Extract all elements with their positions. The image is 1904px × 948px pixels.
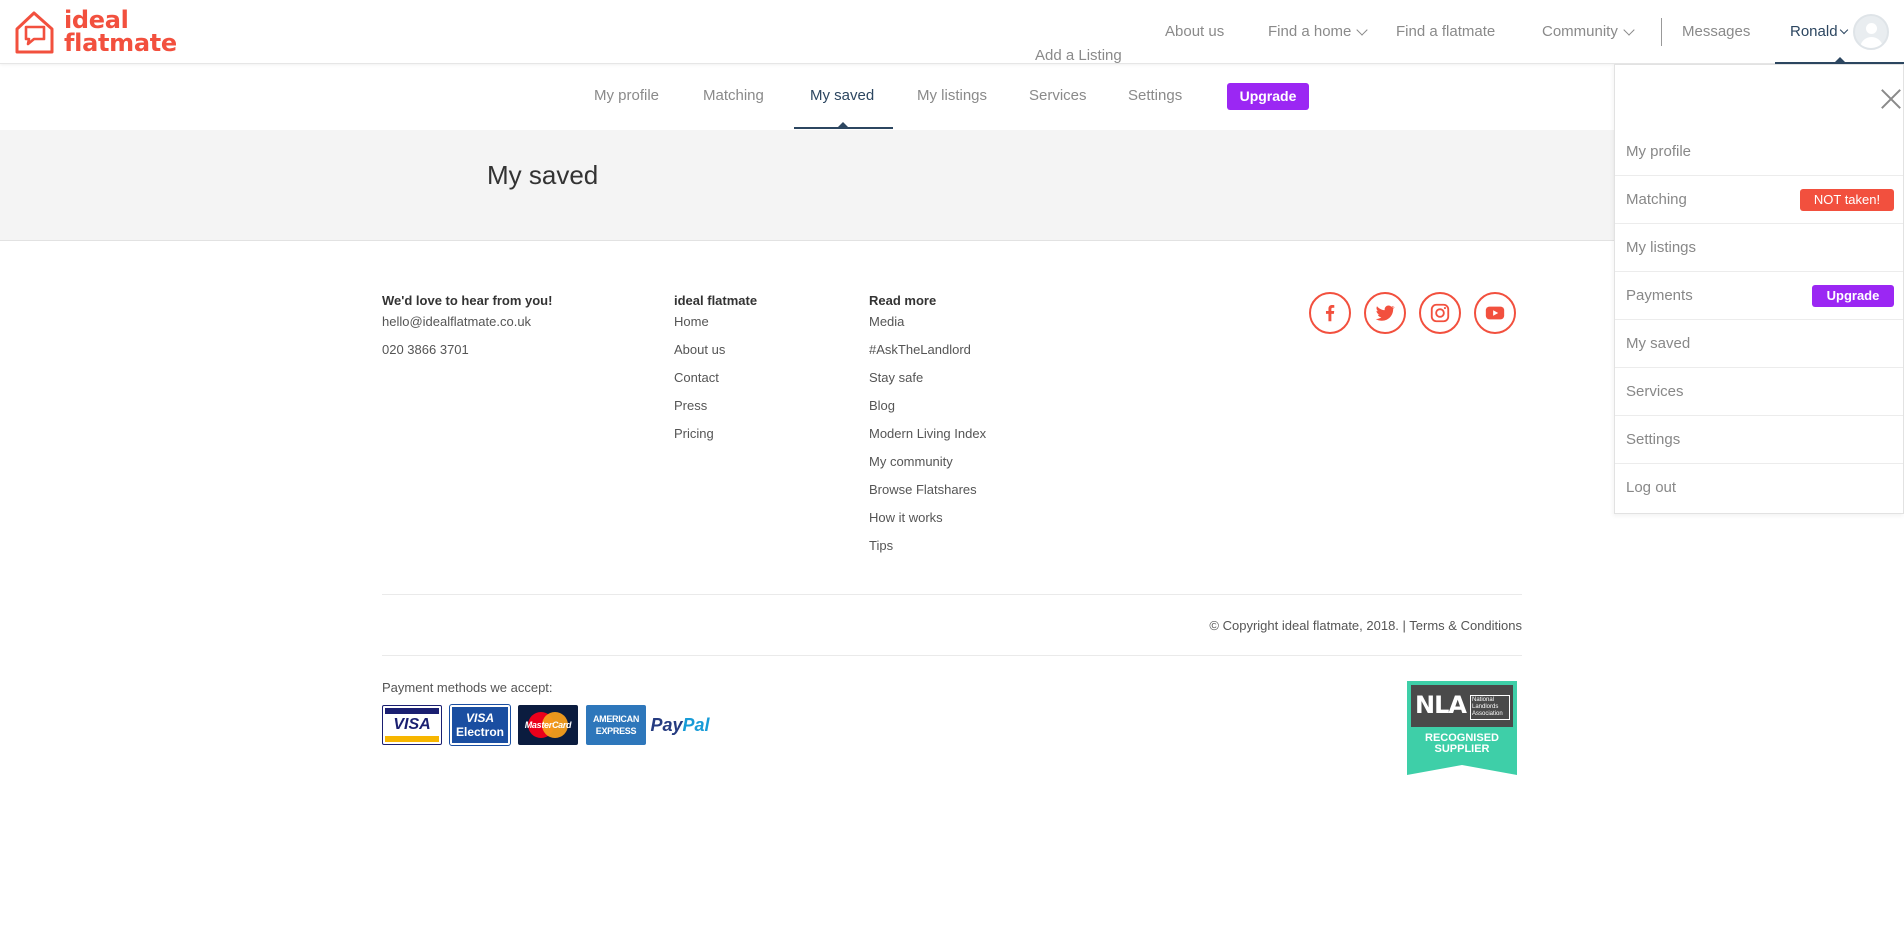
twitter-icon[interactable] — [1364, 292, 1406, 334]
dropdown-item-log-out[interactable]: Log out — [1615, 464, 1903, 512]
page-title: My saved — [487, 160, 599, 190]
footer-link-modern-living[interactable]: Modern Living Index — [869, 427, 986, 455]
house-logo-icon — [15, 11, 54, 54]
footer-link-media[interactable]: Media — [869, 315, 986, 343]
dropdown-item-matching[interactable]: Matching NOT taken! — [1615, 176, 1903, 224]
tab-settings[interactable]: Settings — [1128, 87, 1182, 104]
not-taken-badge[interactable]: NOT taken! — [1800, 189, 1894, 211]
footer-readmore: Read more Media #AskTheLandlord Stay saf… — [869, 293, 986, 567]
user-name: Ronald — [1790, 23, 1838, 40]
nav-community-label: Community — [1542, 23, 1618, 40]
tab-my-profile[interactable]: My profile — [594, 87, 659, 104]
dropdown-item-my-listings[interactable]: My listings — [1615, 224, 1903, 272]
user-dropdown-menu: My profile Matching NOT taken! My listin… — [1614, 64, 1904, 514]
nav-find-home[interactable]: Find a home — [1268, 23, 1369, 40]
caret-up-icon — [838, 122, 848, 127]
tab-my-listings[interactable]: My listings — [917, 87, 987, 104]
youtube-icon[interactable] — [1474, 292, 1516, 334]
top-header: ideal flatmate Add a Listing About us Fi… — [0, 0, 1904, 64]
footer-link-tips[interactable]: Tips — [869, 539, 986, 567]
footer-link-home[interactable]: Home — [674, 315, 757, 343]
nav-community[interactable]: Community — [1542, 23, 1635, 40]
dropdown-item-payments[interactable]: Payments Upgrade — [1615, 272, 1903, 320]
chevron-down-icon — [1356, 23, 1369, 36]
dropdown-item-my-saved[interactable]: My saved — [1615, 320, 1903, 368]
footer-divider — [382, 594, 1522, 595]
facebook-icon[interactable] — [1309, 292, 1351, 334]
footer-email-link[interactable]: hello@idealflatmate.co.uk — [382, 315, 552, 343]
dropdown-item-label: Settings — [1626, 431, 1681, 448]
footer-link-press[interactable]: Press — [674, 399, 757, 427]
nla-recognised-supplier-badge: NLA National Landlords Association RECOG… — [1407, 681, 1517, 775]
nav-find-flatmate[interactable]: Find a flatmate — [1396, 23, 1495, 40]
instagram-icon[interactable] — [1419, 292, 1461, 334]
mastercard-icon: MasterCard — [518, 705, 578, 745]
chevron-down-icon — [1839, 25, 1848, 34]
footer-contact-heading: We'd love to hear from you! — [382, 293, 553, 308]
dropdown-item-label: Services — [1626, 383, 1684, 400]
footer-company-heading: ideal flatmate — [674, 293, 758, 308]
avatar[interactable] — [1853, 14, 1889, 50]
footer-contact: We'd love to hear from you! hello@idealf… — [382, 293, 552, 371]
amex-card-icon: AMERICAN EXPRESS — [586, 705, 646, 745]
footer-link-stay-safe[interactable]: Stay safe — [869, 371, 986, 399]
visa-electron-card-icon: VISA Electron — [449, 704, 511, 746]
footer-link-contact[interactable]: Contact — [674, 371, 757, 399]
upgrade-button[interactable]: Upgrade — [1227, 83, 1309, 110]
upgrade-badge-button[interactable]: Upgrade — [1812, 285, 1894, 307]
nav-messages[interactable]: Messages — [1682, 23, 1750, 40]
nav-about[interactable]: About us — [1165, 23, 1224, 40]
chevron-down-icon — [1623, 23, 1635, 36]
active-tab-indicator — [794, 127, 893, 129]
footer-link-my-community[interactable]: My community — [869, 455, 986, 483]
close-icon[interactable] — [1880, 88, 1902, 110]
tab-matching[interactable]: Matching — [703, 87, 764, 104]
footer-phone-link[interactable]: 020 3866 3701 — [382, 343, 552, 371]
footer-link-how-it-works[interactable]: How it works — [869, 511, 986, 539]
footer-link-asklandlord[interactable]: #AskTheLandlord — [869, 343, 986, 371]
footer-link-about[interactable]: About us — [674, 343, 757, 371]
footer-link-blog[interactable]: Blog — [869, 399, 986, 427]
copyright-text: © Copyright ideal flatmate, 2018. | Term… — [1209, 618, 1522, 633]
footer-link-browse-flatshares[interactable]: Browse Flatshares — [869, 483, 986, 511]
site-logo[interactable]: ideal flatmate — [14, 6, 177, 57]
nav-divider — [1661, 18, 1662, 46]
visa-card-icon: VISA — [382, 705, 442, 745]
caret-up-icon — [1834, 57, 1846, 63]
paypal-icon: Pay Pal — [650, 714, 710, 735]
dropdown-item-settings[interactable]: Settings — [1615, 416, 1903, 464]
dropdown-item-label: My saved — [1626, 335, 1691, 352]
logo-text: ideal flatmate — [64, 6, 177, 57]
payment-methods-label: Payment methods we accept: — [382, 680, 553, 695]
footer-company: ideal flatmate Home About us Contact Pre… — [674, 293, 757, 455]
dropdown-item-label: My profile — [1626, 143, 1692, 160]
dropdown-item-my-profile[interactable]: My profile — [1615, 128, 1903, 176]
footer-divider — [382, 655, 1522, 656]
dropdown-item-label: My listings — [1626, 239, 1697, 256]
user-menu-toggle[interactable]: Ronald — [1790, 23, 1848, 40]
dropdown-item-label: Matching — [1626, 191, 1687, 208]
nav-find-home-label: Find a home — [1268, 23, 1352, 40]
dropdown-item-label: Log out — [1626, 479, 1677, 496]
dropdown-item-label: Payments — [1626, 287, 1693, 304]
tab-services[interactable]: Services — [1029, 87, 1087, 104]
footer-link-pricing[interactable]: Pricing — [674, 427, 757, 455]
dropdown-item-services[interactable]: Services — [1615, 368, 1903, 416]
footer-readmore-heading: Read more — [869, 293, 937, 308]
tab-my-saved[interactable]: My saved — [810, 87, 874, 104]
